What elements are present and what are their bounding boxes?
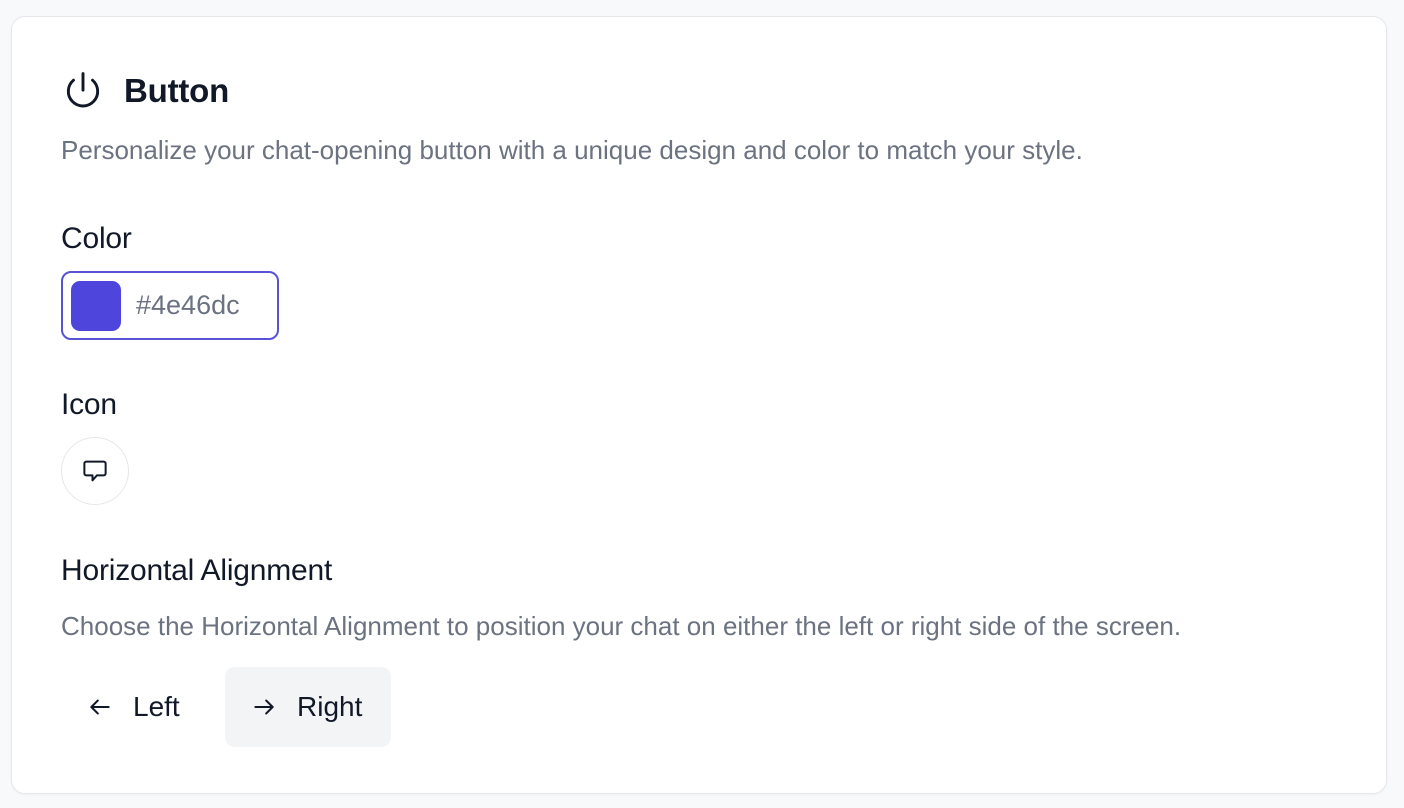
section-header: Button — [61, 69, 229, 113]
color-hex-value[interactable]: #4e46dc — [136, 290, 240, 321]
align-right-button[interactable]: Right — [225, 667, 391, 747]
arrow-right-icon — [249, 692, 279, 722]
section-title: Button — [124, 72, 230, 109]
button-settings-card: Button Personalize your chat-opening but… — [11, 16, 1387, 794]
align-left-label: Left — [133, 691, 180, 722]
horizontal-alignment-description: Choose the Horizontal Alignment to posit… — [61, 611, 1182, 641]
align-right-label: Right — [297, 691, 363, 722]
power-icon — [61, 69, 105, 113]
chat-bubble-icon — [80, 456, 110, 486]
color-label: Color — [61, 222, 132, 255]
section-description: Personalize your chat-opening button wit… — [61, 135, 1083, 165]
horizontal-alignment-label: Horizontal Alignment — [61, 554, 333, 587]
align-left-button[interactable]: Left — [61, 667, 221, 747]
color-swatch[interactable] — [71, 280, 121, 331]
icon-label: Icon — [61, 388, 117, 421]
arrow-left-icon — [85, 692, 115, 722]
color-picker-input[interactable]: #4e46dc — [61, 271, 279, 340]
icon-selector-button[interactable] — [61, 437, 129, 505]
